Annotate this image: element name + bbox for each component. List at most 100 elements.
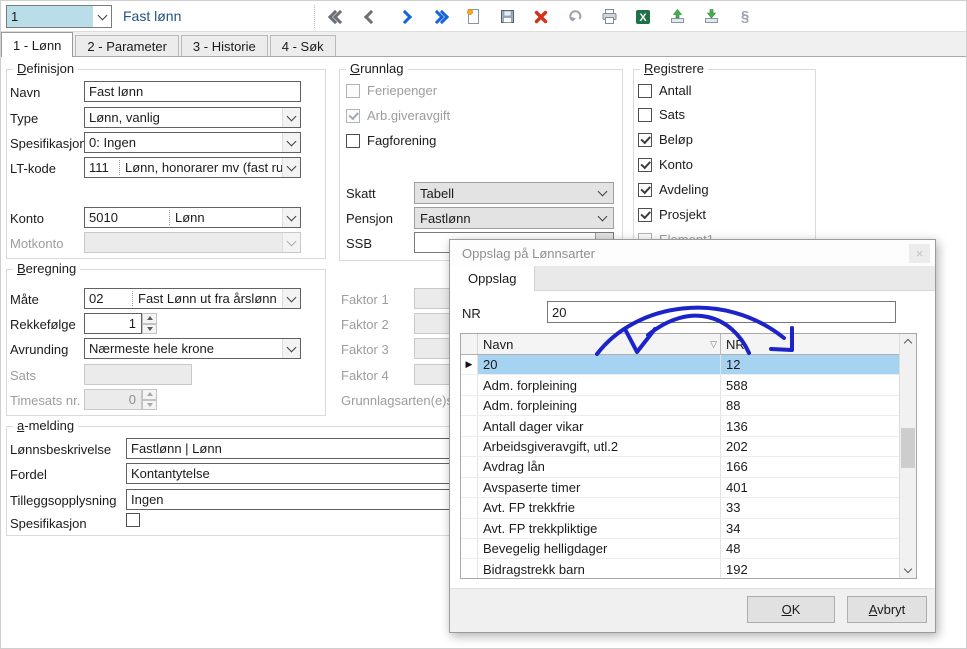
undo-button[interactable] bbox=[565, 6, 585, 28]
navn-input[interactable]: Fast lønn bbox=[84, 81, 301, 102]
save-button[interactable] bbox=[497, 6, 517, 28]
tab-lonn[interactable]: 1 - Lønn bbox=[1, 32, 74, 57]
export-excel-button[interactable]: X bbox=[633, 6, 653, 28]
column-header-navn[interactable]: Navn ▽ bbox=[478, 334, 721, 354]
spesifikasjon-select[interactable]: 0: Ingen bbox=[84, 132, 301, 153]
scroll-down-button[interactable] bbox=[900, 562, 916, 578]
next-record-button[interactable] bbox=[395, 6, 415, 28]
konto-select[interactable]: 5010 Lønn bbox=[84, 207, 301, 228]
spin-up-button[interactable] bbox=[142, 313, 157, 324]
cell-nr[interactable]: 34 bbox=[721, 519, 899, 538]
sort-indicator-icon[interactable]: ▽ bbox=[710, 339, 717, 350]
group-registrere-legend: Registrere bbox=[640, 61, 708, 76]
cell-nr[interactable]: 192 bbox=[721, 559, 899, 578]
avdeling-checkbox[interactable] bbox=[638, 182, 652, 197]
motkonto-label: Motkonto bbox=[10, 236, 64, 251]
print-button[interactable] bbox=[599, 6, 619, 28]
table-row[interactable]: Avt. FP trekkpliktige 34 bbox=[461, 518, 899, 539]
fagforening-checkbox[interactable] bbox=[346, 133, 360, 148]
last-record-button[interactable] bbox=[429, 6, 449, 28]
lt-kode-dropdown-button[interactable] bbox=[282, 158, 300, 177]
cell-nr[interactable]: 588 bbox=[721, 375, 899, 394]
cell-navn[interactable]: Bidragstrekk barn bbox=[478, 559, 721, 578]
cell-nr[interactable]: 48 bbox=[721, 539, 899, 558]
tab-historie[interactable]: 3 - Historie bbox=[180, 35, 268, 56]
table-row[interactable]: Adm. forpleining 588 bbox=[461, 375, 899, 396]
cell-nr[interactable]: 166 bbox=[721, 457, 899, 476]
sats-checkbox[interactable] bbox=[638, 107, 652, 122]
previous-record-button[interactable] bbox=[361, 6, 381, 28]
skatt-select[interactable]: Tabell bbox=[414, 182, 614, 204]
scrollbar-thumb[interactable] bbox=[901, 428, 915, 468]
vertical-scrollbar[interactable] bbox=[899, 334, 916, 578]
cell-navn[interactable]: Bevegelig helligdager bbox=[478, 538, 721, 559]
pensjon-select[interactable]: Fastlønn bbox=[414, 207, 614, 229]
delete-button[interactable] bbox=[531, 6, 551, 28]
cell-navn[interactable]: Avt. FP trekkpliktige bbox=[478, 518, 721, 538]
svg-text:X: X bbox=[639, 12, 647, 24]
mate-select[interactable]: 02 Fast Lønn ut fra årslønn bbox=[84, 288, 301, 309]
new-record-button[interactable] bbox=[463, 6, 483, 28]
tab-strip: 1 - Lønn 2 - Parameter 3 - Historie 4 - … bbox=[1, 32, 966, 57]
cell-nr[interactable]: 202 bbox=[721, 437, 899, 456]
belop-checkbox[interactable] bbox=[638, 132, 652, 147]
cell-navn[interactable]: Avt. FP trekkfrie bbox=[478, 498, 721, 518]
type-select[interactable]: Lønn, vanlig bbox=[84, 107, 301, 128]
tab-oppslag[interactable]: Oppslag bbox=[450, 266, 536, 291]
amelding-spesifikasjon-label: Spesifikasjon bbox=[10, 516, 87, 531]
cell-nr[interactable]: 136 bbox=[721, 416, 899, 435]
dialog-close-button[interactable]: × bbox=[909, 244, 930, 263]
ok-button[interactable]: OK bbox=[747, 596, 835, 623]
avrunding-dropdown-button[interactable] bbox=[282, 339, 300, 358]
scroll-up-button[interactable] bbox=[900, 334, 916, 350]
spesifikasjon-dropdown-button[interactable] bbox=[282, 133, 300, 152]
tab-sok[interactable]: 4 - Søk bbox=[269, 35, 336, 56]
table-row[interactable]: Avt. FP trekkfrie 33 bbox=[461, 498, 899, 519]
cell-navn[interactable]: Arbeidsgiveravgift, utl.2 bbox=[478, 436, 721, 457]
konto-dropdown-button[interactable] bbox=[282, 208, 300, 227]
group-beregning-legend: Beregning bbox=[13, 261, 81, 276]
send-button[interactable] bbox=[667, 6, 687, 28]
table-row[interactable]: Avdrag lån 166 bbox=[461, 457, 899, 478]
type-dropdown-button[interactable] bbox=[282, 108, 300, 127]
cell-navn[interactable]: Avspaserte timer bbox=[478, 477, 721, 498]
record-combo-dropdown-button[interactable] bbox=[93, 6, 111, 27]
cell-nr[interactable]: 12 bbox=[721, 355, 899, 375]
paragraph-button[interactable]: § bbox=[735, 6, 755, 28]
avdeling-checkbox-row: Avdeling bbox=[638, 182, 709, 197]
first-record-button[interactable] bbox=[327, 6, 347, 28]
prosjekt-checkbox[interactable] bbox=[638, 207, 652, 222]
cell-nr[interactable]: 88 bbox=[721, 396, 899, 415]
record-number-combo[interactable]: 1 bbox=[6, 5, 112, 28]
avrunding-select[interactable]: Nærmeste hele krone bbox=[84, 338, 301, 359]
antall-checkbox[interactable] bbox=[638, 83, 652, 98]
field-divider bbox=[169, 210, 170, 225]
table-row[interactable]: ▶ 20 12 bbox=[461, 355, 899, 376]
amelding-spesifikasjon-checkbox[interactable] bbox=[126, 513, 140, 527]
lt-kode-select[interactable]: 111 Lønn, honorarer mv (fast rut bbox=[84, 157, 301, 178]
tab-parameter[interactable]: 2 - Parameter bbox=[75, 35, 179, 56]
cell-nr[interactable]: 33 bbox=[721, 498, 899, 517]
table-row[interactable]: Bevegelig helligdager 48 bbox=[461, 538, 899, 560]
spin-down-button[interactable] bbox=[142, 323, 157, 334]
table-row[interactable]: Arbeidsgiveravgift, utl.2 202 bbox=[461, 436, 899, 458]
cell-navn[interactable]: Adm. forpleining bbox=[478, 375, 721, 395]
receive-button[interactable] bbox=[701, 6, 721, 28]
table-row[interactable]: Antall dager vikar 136 bbox=[461, 416, 899, 437]
column-header-nr[interactable]: NR bbox=[721, 334, 899, 354]
cell-navn[interactable]: 20 bbox=[478, 355, 721, 375]
cancel-button[interactable]: Avbryt bbox=[847, 596, 927, 623]
cell-nr[interactable]: 401 bbox=[721, 478, 899, 497]
faktor2-label: Faktor 2 bbox=[341, 317, 389, 332]
table-row[interactable]: Adm. forpleining 88 bbox=[461, 395, 899, 417]
cell-navn[interactable]: Antall dager vikar bbox=[478, 416, 721, 436]
feriepenger-checkbox-row: Feriepenger bbox=[346, 83, 437, 98]
table-row[interactable]: Avspaserte timer 401 bbox=[461, 477, 899, 499]
rekkefolge-input[interactable]: 1 bbox=[84, 313, 142, 334]
nr-input[interactable]: 20 bbox=[547, 301, 896, 323]
mate-dropdown-button[interactable] bbox=[282, 289, 300, 308]
table-row[interactable]: Bidragstrekk barn 192 bbox=[461, 559, 899, 578]
cell-navn[interactable]: Avdrag lån bbox=[478, 457, 721, 477]
cell-navn[interactable]: Adm. forpleining bbox=[478, 395, 721, 416]
konto-checkbox[interactable] bbox=[638, 157, 652, 172]
